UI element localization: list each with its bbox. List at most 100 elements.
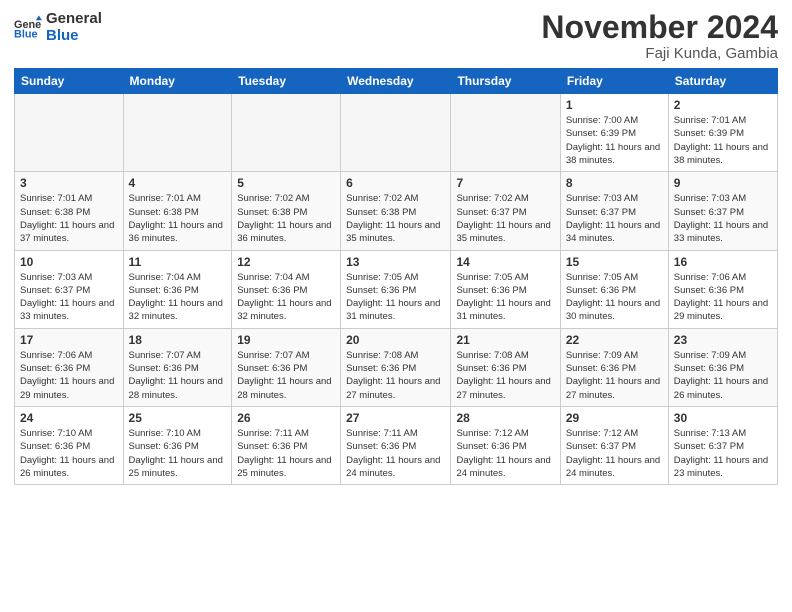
calendar-cell: 26 Sunrise: 7:11 AM Sunset: 6:36 PM Dayli… bbox=[232, 406, 341, 484]
day-info: Sunrise: 7:06 AM Sunset: 6:36 PM Dayligh… bbox=[20, 349, 118, 402]
calendar-cell: 1 Sunrise: 7:00 AM Sunset: 6:39 PM Daylig… bbox=[560, 94, 668, 172]
page: General Blue General Blue November 2024 … bbox=[0, 0, 792, 612]
calendar-cell: 11 Sunrise: 7:04 AM Sunset: 6:36 PM Dayli… bbox=[123, 250, 232, 328]
calendar-week-1: 1 Sunrise: 7:00 AM Sunset: 6:39 PM Daylig… bbox=[15, 94, 778, 172]
calendar-cell bbox=[341, 94, 451, 172]
day-info: Sunrise: 7:00 AM Sunset: 6:39 PM Dayligh… bbox=[566, 114, 663, 167]
day-number: 6 bbox=[346, 176, 445, 190]
calendar-cell: 6 Sunrise: 7:02 AM Sunset: 6:38 PM Daylig… bbox=[341, 172, 451, 250]
day-info: Sunrise: 7:10 AM Sunset: 6:36 PM Dayligh… bbox=[129, 427, 227, 480]
day-info: Sunrise: 7:06 AM Sunset: 6:36 PM Dayligh… bbox=[674, 271, 772, 324]
calendar-week-3: 10Sunrise: 7:03 AM Sunset: 6:37 PM Dayli… bbox=[15, 250, 778, 328]
day-number: 21 bbox=[456, 333, 554, 347]
calendar-cell: 24 Sunrise: 7:10 AM Sunset: 6:36 PM Dayli… bbox=[15, 406, 124, 484]
calendar-table: SundayMondayTuesdayWednesdayThursdayFrid… bbox=[14, 68, 778, 485]
calendar-cell bbox=[123, 94, 232, 172]
weekday-header-wednesday: Wednesday bbox=[341, 69, 451, 94]
weekday-header-thursday: Thursday bbox=[451, 69, 560, 94]
calendar-cell: 8Sunrise: 7:03 AM Sunset: 6:37 PM Daylig… bbox=[560, 172, 668, 250]
header: General Blue General Blue November 2024 … bbox=[14, 10, 778, 62]
day-number: 23 bbox=[674, 333, 772, 347]
day-info: Sunrise: 7:12 AM Sunset: 6:36 PM Dayligh… bbox=[456, 427, 554, 480]
calendar-cell bbox=[15, 94, 124, 172]
day-number: 22 bbox=[566, 333, 663, 347]
day-info: Sunrise: 7:05 AM Sunset: 6:36 PM Dayligh… bbox=[346, 271, 445, 324]
calendar-cell: 20Sunrise: 7:08 AM Sunset: 6:36 PM Dayli… bbox=[341, 328, 451, 406]
calendar-cell bbox=[451, 94, 560, 172]
location: Faji Kunda, Gambia bbox=[541, 45, 778, 62]
weekday-header-saturday: Saturday bbox=[668, 69, 777, 94]
calendar-week-2: 3Sunrise: 7:01 AM Sunset: 6:38 PM Daylig… bbox=[15, 172, 778, 250]
calendar-cell: 2 Sunrise: 7:01 AM Sunset: 6:39 PM Daylig… bbox=[668, 94, 777, 172]
calendar-cell: 23 Sunrise: 7:09 AM Sunset: 6:36 PM Dayli… bbox=[668, 328, 777, 406]
day-number: 2 bbox=[674, 98, 772, 112]
calendar-cell: 12 Sunrise: 7:04 AM Sunset: 6:36 PM Dayli… bbox=[232, 250, 341, 328]
month-title: November 2024 bbox=[541, 10, 778, 45]
weekday-header-friday: Friday bbox=[560, 69, 668, 94]
logo: General Blue General Blue bbox=[14, 10, 102, 45]
calendar-cell: 3Sunrise: 7:01 AM Sunset: 6:38 PM Daylig… bbox=[15, 172, 124, 250]
day-number: 16 bbox=[674, 255, 772, 269]
day-number: 9 bbox=[674, 176, 772, 190]
day-info: Sunrise: 7:02 AM Sunset: 6:37 PM Dayligh… bbox=[456, 192, 554, 245]
calendar-cell: 25 Sunrise: 7:10 AM Sunset: 6:36 PM Dayli… bbox=[123, 406, 232, 484]
day-number: 26 bbox=[237, 411, 335, 425]
calendar-cell: 5 Sunrise: 7:02 AM Sunset: 6:38 PM Daylig… bbox=[232, 172, 341, 250]
day-number: 3 bbox=[20, 176, 118, 190]
day-number: 7 bbox=[456, 176, 554, 190]
day-number: 4 bbox=[129, 176, 227, 190]
day-info: Sunrise: 7:13 AM Sunset: 6:37 PM Dayligh… bbox=[674, 427, 772, 480]
day-info: Sunrise: 7:07 AM Sunset: 6:36 PM Dayligh… bbox=[129, 349, 227, 402]
day-number: 28 bbox=[456, 411, 554, 425]
calendar-cell: 27 Sunrise: 7:11 AM Sunset: 6:36 PM Dayli… bbox=[341, 406, 451, 484]
calendar-cell: 16 Sunrise: 7:06 AM Sunset: 6:36 PM Dayli… bbox=[668, 250, 777, 328]
day-number: 18 bbox=[129, 333, 227, 347]
calendar-week-4: 17Sunrise: 7:06 AM Sunset: 6:36 PM Dayli… bbox=[15, 328, 778, 406]
calendar-cell: 7 Sunrise: 7:02 AM Sunset: 6:37 PM Daylig… bbox=[451, 172, 560, 250]
calendar-cell: 19Sunrise: 7:07 AM Sunset: 6:36 PM Dayli… bbox=[232, 328, 341, 406]
calendar-cell: 9 Sunrise: 7:03 AM Sunset: 6:37 PM Daylig… bbox=[668, 172, 777, 250]
calendar-cell: 4Sunrise: 7:01 AM Sunset: 6:38 PM Daylig… bbox=[123, 172, 232, 250]
day-number: 12 bbox=[237, 255, 335, 269]
day-number: 19 bbox=[237, 333, 335, 347]
day-info: Sunrise: 7:03 AM Sunset: 6:37 PM Dayligh… bbox=[20, 271, 118, 324]
weekday-header-row: SundayMondayTuesdayWednesdayThursdayFrid… bbox=[15, 69, 778, 94]
calendar-cell bbox=[232, 94, 341, 172]
day-info: Sunrise: 7:11 AM Sunset: 6:36 PM Dayligh… bbox=[237, 427, 335, 480]
day-info: Sunrise: 7:03 AM Sunset: 6:37 PM Dayligh… bbox=[674, 192, 772, 245]
calendar-cell: 22Sunrise: 7:09 AM Sunset: 6:36 PM Dayli… bbox=[560, 328, 668, 406]
calendar-cell: 21Sunrise: 7:08 AM Sunset: 6:36 PM Dayli… bbox=[451, 328, 560, 406]
calendar-cell: 29Sunrise: 7:12 AM Sunset: 6:37 PM Dayli… bbox=[560, 406, 668, 484]
day-info: Sunrise: 7:09 AM Sunset: 6:36 PM Dayligh… bbox=[674, 349, 772, 402]
day-info: Sunrise: 7:05 AM Sunset: 6:36 PM Dayligh… bbox=[566, 271, 663, 324]
day-number: 1 bbox=[566, 98, 663, 112]
day-info: Sunrise: 7:02 AM Sunset: 6:38 PM Dayligh… bbox=[237, 192, 335, 245]
calendar-cell: 10Sunrise: 7:03 AM Sunset: 6:37 PM Dayli… bbox=[15, 250, 124, 328]
day-info: Sunrise: 7:04 AM Sunset: 6:36 PM Dayligh… bbox=[129, 271, 227, 324]
day-info: Sunrise: 7:03 AM Sunset: 6:37 PM Dayligh… bbox=[566, 192, 663, 245]
day-number: 27 bbox=[346, 411, 445, 425]
calendar-cell: 13Sunrise: 7:05 AM Sunset: 6:36 PM Dayli… bbox=[341, 250, 451, 328]
day-number: 30 bbox=[674, 411, 772, 425]
day-info: Sunrise: 7:01 AM Sunset: 6:39 PM Dayligh… bbox=[674, 114, 772, 167]
day-info: Sunrise: 7:02 AM Sunset: 6:38 PM Dayligh… bbox=[346, 192, 445, 245]
day-info: Sunrise: 7:10 AM Sunset: 6:36 PM Dayligh… bbox=[20, 427, 118, 480]
weekday-header-sunday: Sunday bbox=[15, 69, 124, 94]
weekday-header-monday: Monday bbox=[123, 69, 232, 94]
day-number: 29 bbox=[566, 411, 663, 425]
logo-blue: Blue bbox=[46, 27, 79, 44]
day-info: Sunrise: 7:11 AM Sunset: 6:36 PM Dayligh… bbox=[346, 427, 445, 480]
logo-general: General bbox=[46, 10, 102, 27]
calendar-week-5: 24 Sunrise: 7:10 AM Sunset: 6:36 PM Dayli… bbox=[15, 406, 778, 484]
day-info: Sunrise: 7:04 AM Sunset: 6:36 PM Dayligh… bbox=[237, 271, 335, 324]
calendar-cell: 15 Sunrise: 7:05 AM Sunset: 6:36 PM Dayli… bbox=[560, 250, 668, 328]
day-number: 5 bbox=[237, 176, 335, 190]
day-number: 15 bbox=[566, 255, 663, 269]
day-info: Sunrise: 7:05 AM Sunset: 6:36 PM Dayligh… bbox=[456, 271, 554, 324]
day-number: 24 bbox=[20, 411, 118, 425]
day-number: 11 bbox=[129, 255, 227, 269]
day-number: 14 bbox=[456, 255, 554, 269]
day-number: 25 bbox=[129, 411, 227, 425]
logo-icon: General Blue bbox=[14, 14, 42, 42]
day-number: 20 bbox=[346, 333, 445, 347]
